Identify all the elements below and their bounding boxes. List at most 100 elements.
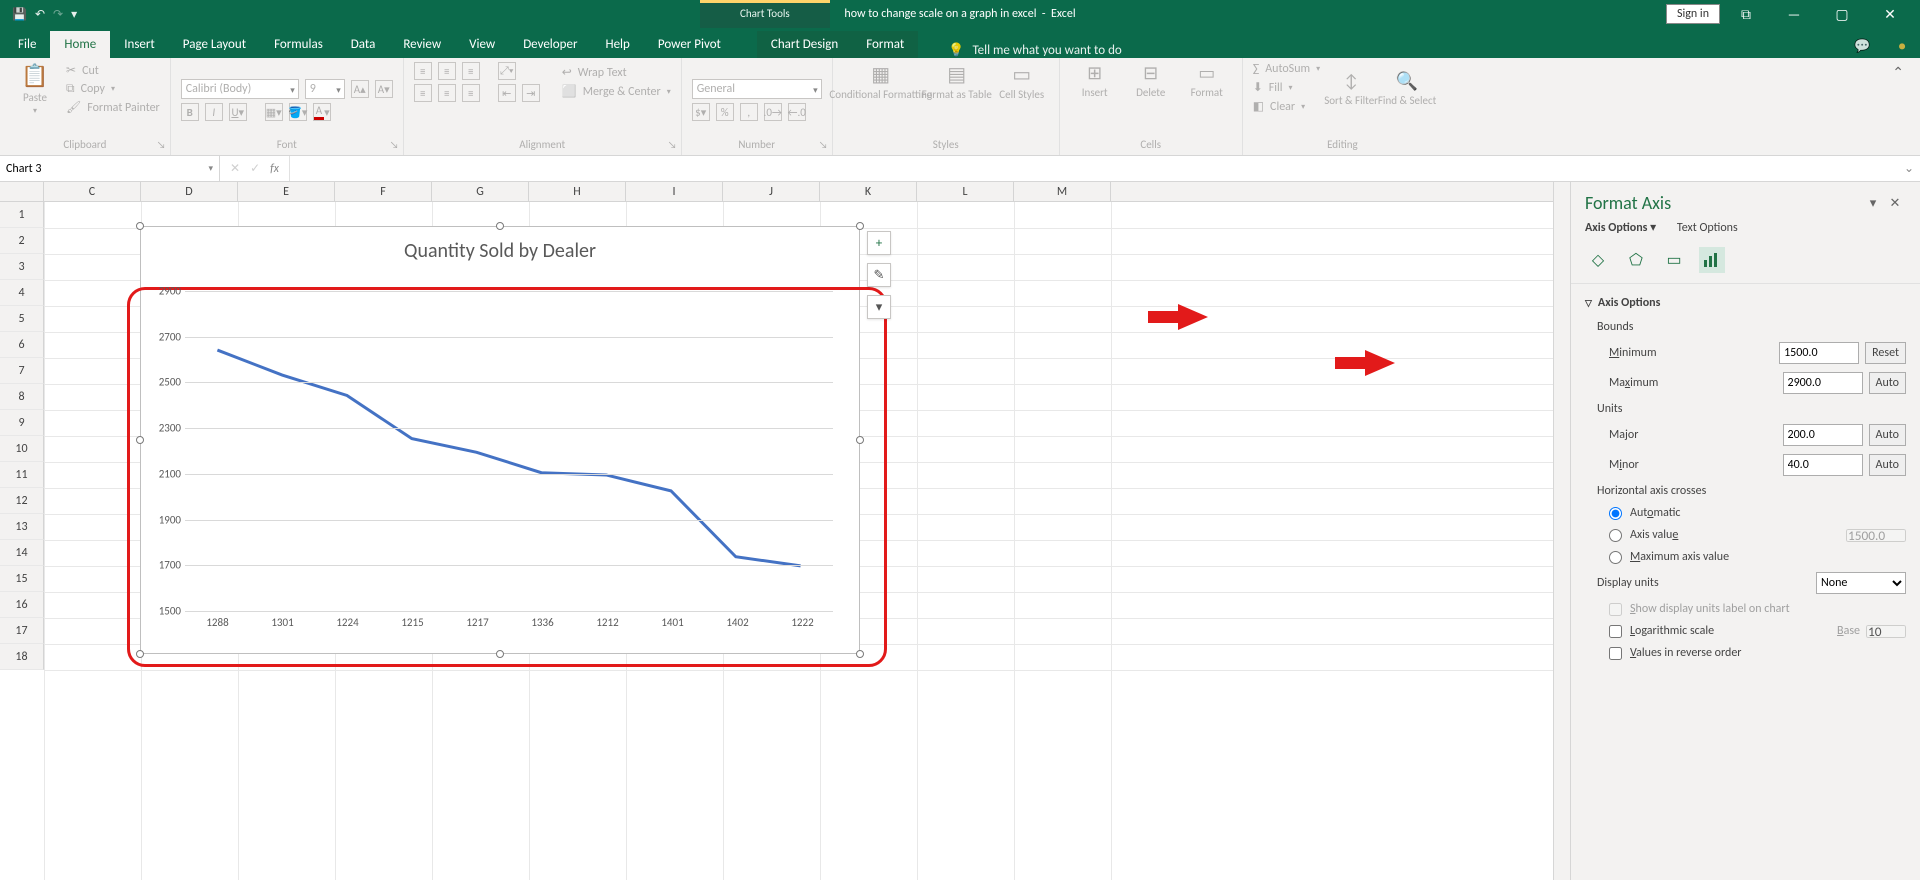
resize-handle[interactable] [136, 222, 144, 230]
column-header[interactable]: C [44, 182, 141, 201]
tab-review[interactable]: Review [389, 31, 455, 58]
effects-icon[interactable]: ⬠ [1623, 247, 1649, 273]
delete-cells-button[interactable]: ⊟Delete [1126, 62, 1176, 99]
underline-button[interactable]: U▾ [229, 103, 247, 121]
fx-icon[interactable]: fx [270, 162, 279, 176]
tab-home[interactable]: Home [50, 31, 110, 58]
row-header[interactable]: 14 [0, 540, 44, 566]
column-header[interactable]: L [917, 182, 1014, 201]
row-header[interactable]: 7 [0, 358, 44, 384]
resize-handle[interactable] [856, 436, 864, 444]
accept-formula-icon[interactable]: ✓ [250, 161, 260, 176]
major-unit-input[interactable] [1783, 424, 1863, 446]
crosses-axis-value-radio[interactable]: Axis value [1585, 524, 1906, 546]
row-header[interactable]: 3 [0, 254, 44, 280]
column-header[interactable]: K [820, 182, 917, 201]
resize-handle[interactable] [856, 222, 864, 230]
sort-filter-button[interactable]: ↕Sort & Filter [1326, 70, 1376, 107]
tab-data[interactable]: Data [337, 31, 390, 58]
wrap-text-button[interactable]: ↩Wrap Text [562, 65, 671, 80]
bold-button[interactable]: B [181, 103, 199, 121]
auto-minor-button[interactable]: Auto [1869, 454, 1906, 476]
dialog-launcher-icon[interactable]: ↘ [390, 138, 399, 151]
section-axis-options[interactable]: ▽Axis Options [1585, 290, 1906, 316]
crosses-max-radio[interactable]: Maximum axis value [1585, 546, 1906, 568]
reverse-order-check[interactable]: Values in reverse order [1585, 642, 1906, 664]
dialog-launcher-icon[interactable]: ↘ [819, 138, 828, 151]
fill-button[interactable]: ⬇Fill▾ [1253, 80, 1320, 95]
save-icon[interactable]: 💾 [12, 7, 27, 22]
chart-styles-button[interactable]: ✎ [867, 263, 891, 287]
currency-icon[interactable]: $▾ [692, 103, 710, 121]
increase-font-icon[interactable]: A▴ [351, 80, 369, 98]
comments-icon[interactable]: ● [1884, 35, 1920, 58]
minimum-input[interactable] [1779, 342, 1859, 364]
borders-button[interactable]: ▦▾ [265, 103, 283, 121]
align-middle-icon[interactable]: ≡ [438, 62, 456, 80]
sign-in-button[interactable]: Sign in [1666, 4, 1720, 24]
tab-file[interactable]: File [4, 31, 50, 58]
format-as-table-button[interactable]: ▤Format as Table [925, 62, 989, 101]
resize-handle[interactable] [856, 650, 864, 658]
autosum-button[interactable]: ∑AutoSum▾ [1253, 62, 1320, 76]
vertical-scrollbar[interactable] [1553, 182, 1570, 880]
row-header[interactable]: 11 [0, 462, 44, 488]
name-box[interactable]: Chart 3 [0, 156, 220, 181]
paste-button[interactable]: 📋 Paste▾ [10, 62, 60, 116]
dialog-launcher-icon[interactable]: ↘ [668, 138, 677, 151]
column-header[interactable]: D [141, 182, 238, 201]
expand-formula-bar-icon[interactable]: ⌄ [1898, 156, 1920, 181]
share-icon[interactable]: 💬 [1840, 35, 1884, 58]
tab-format[interactable]: Format [852, 31, 918, 58]
tab-chart-design[interactable]: Chart Design [757, 31, 852, 58]
size-props-icon[interactable]: ▭ [1661, 247, 1687, 273]
format-cells-button[interactable]: ▭Format [1182, 62, 1232, 99]
row-header[interactable]: 16 [0, 592, 44, 618]
maximum-input[interactable] [1783, 372, 1863, 394]
cell-styles-button[interactable]: ▭Cell Styles [995, 62, 1049, 101]
row-header[interactable]: 13 [0, 514, 44, 540]
conditional-formatting-button[interactable]: ▦Conditional Formatting [843, 62, 919, 101]
chart-title[interactable]: Quantity Sold by Dealer [141, 227, 859, 269]
display-units-select[interactable]: None [1816, 572, 1906, 594]
row-header[interactable]: 4 [0, 280, 44, 306]
redo-icon[interactable]: ↷ [53, 7, 63, 22]
resize-handle[interactable] [136, 436, 144, 444]
dialog-launcher-icon[interactable]: ↘ [157, 138, 166, 151]
merge-center-button[interactable]: ⬜Merge & Center▾ [562, 84, 671, 99]
row-header[interactable]: 10 [0, 436, 44, 462]
cut-button[interactable]: ✂Cut [66, 63, 160, 78]
font-color-button[interactable]: A▾ [313, 103, 331, 121]
column-header[interactable]: I [626, 182, 723, 201]
select-all-corner[interactable] [0, 182, 44, 201]
copy-button[interactable]: ⧉Copy▾ [66, 82, 160, 96]
tab-insert[interactable]: Insert [110, 31, 169, 58]
orientation-icon[interactable]: ⤢▾ [498, 62, 516, 80]
log-scale-check[interactable]: Logarithmic scale Base [1585, 620, 1906, 642]
column-header[interactable]: E [238, 182, 335, 201]
clear-button[interactable]: ◧Clear▾ [1253, 99, 1320, 114]
worksheet[interactable]: CDEFGHIJKLM 123456789101112131415161718 … [0, 182, 1570, 880]
align-top-icon[interactable]: ≡ [414, 62, 432, 80]
pane-options-icon[interactable]: ▾ [1862, 196, 1884, 211]
column-header[interactable]: G [432, 182, 529, 201]
close-pane-icon[interactable]: ✕ [1884, 196, 1906, 211]
resize-handle[interactable] [496, 222, 504, 230]
decrease-decimal-icon[interactable]: ←.0 [788, 103, 806, 121]
tab-page-layout[interactable]: Page Layout [169, 31, 260, 58]
crosses-automatic-radio[interactable]: Automatic [1585, 502, 1906, 524]
fill-line-icon[interactable]: ◇ [1585, 247, 1611, 273]
tab-help[interactable]: Help [591, 31, 643, 58]
row-header[interactable]: 6 [0, 332, 44, 358]
minor-unit-input[interactable] [1783, 454, 1863, 476]
align-right-icon[interactable]: ≡ [462, 84, 480, 102]
row-header[interactable]: 8 [0, 384, 44, 410]
row-header[interactable]: 1 [0, 202, 44, 228]
cancel-formula-icon[interactable]: ✕ [230, 161, 240, 176]
comma-icon[interactable]: , [740, 103, 758, 121]
column-header[interactable]: F [335, 182, 432, 201]
plot-area[interactable]: 1500170019002100230025002700290012881301… [185, 291, 833, 609]
number-format-combo[interactable]: General [692, 79, 822, 99]
resize-handle[interactable] [496, 650, 504, 658]
close-window-icon[interactable]: ✕ [1868, 6, 1912, 23]
